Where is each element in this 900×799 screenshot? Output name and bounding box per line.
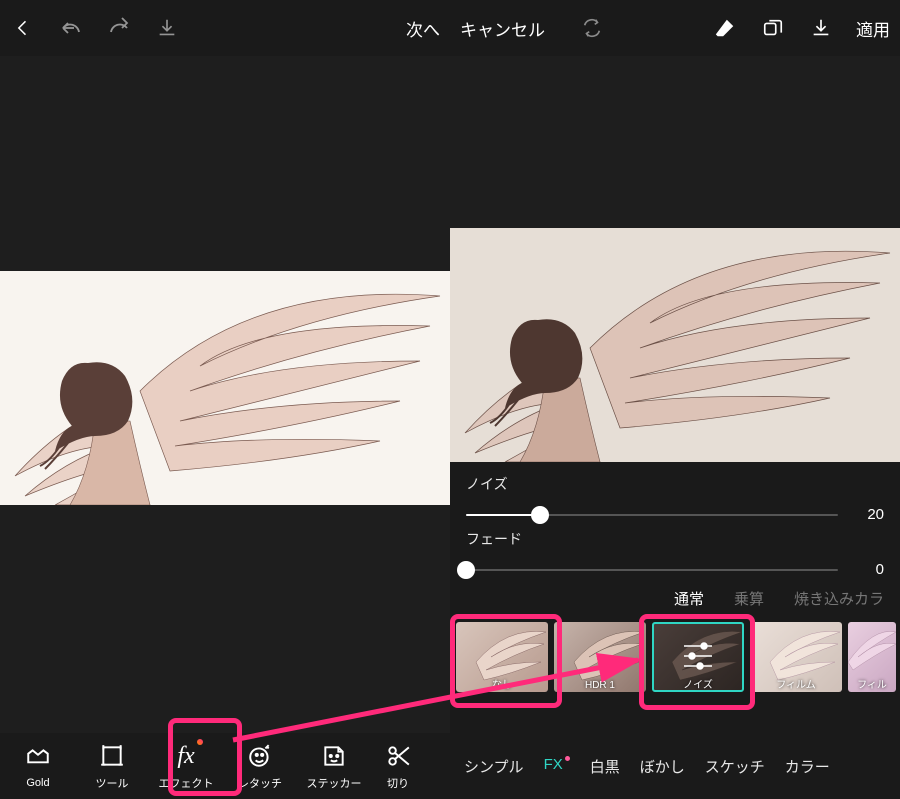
eraser-icon[interactable] [712, 15, 738, 41]
preset-label: なし [456, 676, 548, 691]
cat-simple[interactable]: シンプル [464, 756, 524, 777]
preset-label: ノイズ [652, 676, 744, 691]
canvas-padding-bottom [0, 505, 450, 733]
cat-blur[interactable]: ぼかし [640, 756, 685, 777]
blend-mode-tabs: 通常 乗算 焼き込みカラ [450, 580, 900, 619]
preset-noise[interactable]: ノイズ [652, 622, 744, 692]
tool-retouch[interactable]: レタッチ [230, 741, 290, 791]
preset-fil[interactable]: フィル [848, 622, 896, 692]
blend-normal[interactable]: 通常 [674, 588, 704, 609]
fade-label: フェード [466, 529, 884, 549]
top-toolbar-right: キャンセル 適用 [450, 0, 900, 56]
noise-value: 20 [850, 506, 884, 523]
canvas-padding-top [450, 56, 900, 228]
tool-gold[interactable]: Gold [8, 743, 68, 789]
preset-none[interactable]: なし [456, 622, 548, 692]
tool-label: Gold [26, 777, 49, 789]
cancel-button[interactable]: キャンセル [460, 16, 545, 41]
tool-label: エフェクト [159, 775, 214, 791]
canvas-image[interactable] [0, 271, 450, 505]
fade-slider[interactable] [466, 569, 838, 571]
right-panel: キャンセル 適用 [450, 0, 900, 799]
tool-label: レタッチ [238, 775, 282, 791]
fade-value: 0 [850, 561, 884, 578]
download-icon[interactable] [154, 15, 180, 41]
preset-hdr1[interactable]: HDR 1 [554, 622, 646, 692]
blend-colorburn[interactable]: 焼き込みカラ [794, 588, 884, 609]
canvas-padding-top [0, 56, 450, 271]
back-icon[interactable] [10, 15, 36, 41]
layers-icon[interactable] [760, 15, 786, 41]
download-icon[interactable] [808, 15, 834, 41]
blend-multiply[interactable]: 乗算 [734, 588, 764, 609]
tool-label: 切り [387, 775, 409, 791]
preset-strip: なし HDR 1 ノイズ フィルム [450, 622, 900, 692]
preset-film[interactable]: フィルム [750, 622, 842, 692]
noise-slider[interactable] [466, 514, 838, 516]
slider-panel: ノイズ 20 フェード 0 [450, 462, 900, 582]
cycle-icon[interactable] [579, 15, 605, 41]
next-button[interactable]: 次へ [406, 16, 440, 41]
apply-button[interactable]: 適用 [856, 16, 890, 41]
tool-tools[interactable]: ツール [82, 741, 142, 791]
bottom-toolbar: Gold ツール fx エフェクト レタッチ ステッカー [0, 733, 450, 799]
preset-label: フィル [848, 676, 896, 691]
top-toolbar: 次へ [0, 0, 450, 56]
cat-sketch[interactable]: スケッチ [705, 756, 765, 777]
tool-label: ステッカー [307, 775, 362, 791]
undo-icon[interactable] [58, 15, 84, 41]
canvas-image-filtered[interactable] [450, 228, 900, 462]
preset-label: HDR 1 [554, 680, 646, 691]
tool-effects[interactable]: fx エフェクト [156, 741, 216, 791]
preset-label: フィルム [750, 676, 842, 691]
tool-sticker[interactable]: ステッカー [304, 741, 364, 791]
tool-label: ツール [96, 775, 129, 791]
left-panel: 次へ [0, 0, 450, 799]
noise-label: ノイズ [466, 474, 884, 494]
cat-color[interactable]: カラー [785, 756, 830, 777]
redo-icon[interactable] [106, 15, 132, 41]
category-tabs: シンプル FX 白黒 ぼかし スケッチ カラー [450, 742, 900, 777]
cat-fx[interactable]: FX [544, 756, 570, 777]
cat-bw[interactable]: 白黒 [590, 756, 620, 777]
tool-cutout[interactable]: 切り [378, 741, 418, 791]
